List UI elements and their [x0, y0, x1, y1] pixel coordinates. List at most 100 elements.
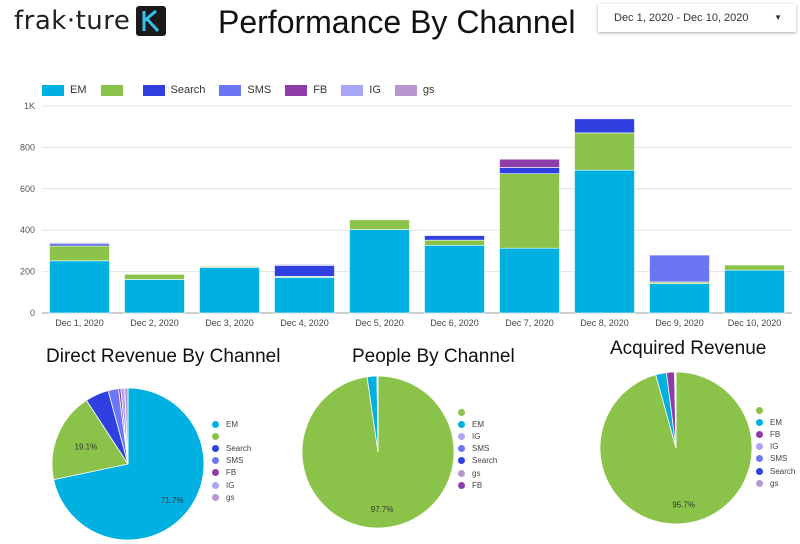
x-tick-label: Dec 5, 2020: [355, 318, 404, 328]
bar-segment: [425, 245, 485, 313]
x-tick-label: Dec 3, 2020: [205, 318, 254, 328]
pie-legend-label: EM: [472, 420, 484, 429]
pie-legend-label: Search: [770, 467, 795, 476]
pie-legend-item: FB: [212, 467, 251, 479]
bar-segment: [725, 270, 785, 313]
pie-legend-item: FB: [756, 428, 795, 440]
legend-dot: [458, 433, 465, 440]
pie-title-people: People By Channel: [352, 346, 515, 368]
pie-legend-people: EM IG SMS Search gs FB: [458, 406, 497, 491]
pie-legend-item: SMS: [458, 443, 497, 455]
pie-slice-label: 97.7%: [371, 505, 394, 514]
stacked-bar-chart: 02004006008001KDec 1, 2020Dec 2, 2020Dec…: [0, 0, 800, 340]
legend-dot: [756, 407, 763, 414]
pie-legend-label: EM: [226, 420, 238, 429]
legend-dot: [756, 443, 763, 450]
x-tick-label: Dec 1, 2020: [55, 318, 104, 328]
bar-segment: [575, 119, 635, 133]
bar-segment: [50, 261, 110, 313]
legend-dot: [756, 480, 763, 487]
legend-dot: [212, 469, 219, 476]
pie-legend-item: IG: [756, 441, 795, 453]
legend-dot: [212, 445, 219, 452]
pie-legend-item: EM: [212, 418, 251, 430]
bar-segment: [275, 265, 335, 276]
pie-legend-label: FB: [226, 468, 236, 477]
pie-legend-label: gs: [472, 469, 480, 478]
pie-legend-label: gs: [226, 493, 234, 502]
y-tick-label: 0: [30, 308, 35, 318]
pie-legend-item: gs: [756, 477, 795, 489]
pie-legend-label: SMS: [472, 444, 489, 453]
legend-dot: [458, 409, 465, 416]
legend-dot: [458, 482, 465, 489]
legend-dot: [458, 457, 465, 464]
pie-chart-people: 97.7%: [298, 372, 458, 532]
bar-segment: [425, 240, 485, 245]
bar-segment: [275, 277, 335, 313]
pie-legend-label: EM: [770, 418, 782, 427]
legend-dot: [212, 421, 219, 428]
pie-legend-label: FB: [472, 481, 482, 490]
legend-dot: [458, 445, 465, 452]
pie-legend-label: SMS: [770, 454, 787, 463]
x-tick-label: Dec 9, 2020: [655, 318, 704, 328]
pie-legend-label: SMS: [226, 456, 243, 465]
bar-segment: [125, 274, 185, 279]
pie-legend-item: Search: [458, 455, 497, 467]
pie-slice-label: 19.1%: [75, 443, 98, 452]
bar-segment: [500, 248, 560, 313]
pie-legend-label: Search: [472, 456, 497, 465]
bar-segment: [500, 159, 560, 167]
bar-segment: [575, 133, 635, 170]
y-tick-label: 200: [20, 267, 35, 277]
pie-legend-item: IG: [212, 479, 251, 491]
pie-legend-item: Search: [212, 442, 251, 454]
pie-slice-label: 71.7%: [161, 496, 184, 505]
x-tick-label: Dec 4, 2020: [280, 318, 329, 328]
pie-legend-item: [212, 430, 251, 442]
legend-dot: [212, 482, 219, 489]
pie-legend-item: Search: [756, 465, 795, 477]
bar-segment: [650, 255, 710, 282]
bar-segment: [350, 230, 410, 313]
pie-legend-item: [458, 406, 497, 418]
y-tick-label: 400: [20, 225, 35, 235]
pie-title-direct-revenue: Direct Revenue By Channel: [46, 346, 280, 368]
y-tick-label: 1K: [24, 101, 35, 111]
pie-legend-item: gs: [458, 467, 497, 479]
bar-segment: [275, 264, 335, 265]
x-tick-label: Dec 8, 2020: [580, 318, 629, 328]
pie-chart-direct-revenue: 71.7% 19.1%: [48, 384, 208, 544]
legend-dot: [458, 470, 465, 477]
bar-segment: [125, 279, 185, 313]
legend-dot: [756, 455, 763, 462]
legend-dot: [756, 468, 763, 475]
pie-legend-label: IG: [472, 432, 480, 441]
bar-segment: [725, 265, 785, 270]
pie-legend-label: Search: [226, 444, 251, 453]
pie-legend-label: IG: [770, 442, 778, 451]
bar-segment: [425, 236, 485, 241]
pie-legend-acquired-revenue: EMFB IG SMS Search gs: [756, 404, 795, 489]
bar-segment: [50, 246, 110, 261]
y-tick-label: 800: [20, 142, 35, 152]
bar-segment: [350, 220, 410, 230]
bar-segment: [50, 242, 110, 243]
pie-legend-item: FB: [458, 479, 497, 491]
pie-legend-item: IG: [458, 430, 497, 442]
legend-dot: [212, 494, 219, 501]
bar-segment: [500, 167, 560, 173]
pie-legend-label: IG: [226, 481, 234, 490]
legend-dot: [756, 431, 763, 438]
pie-legend-item: SMS: [212, 455, 251, 467]
bar-segment: [500, 174, 560, 249]
legend-dot: [458, 421, 465, 428]
bar-segment: [575, 170, 635, 313]
x-tick-label: Dec 6, 2020: [430, 318, 479, 328]
pie-legend-item: [756, 404, 795, 416]
bar-segment: [200, 267, 260, 313]
pie-slice-label: 95.7%: [672, 500, 695, 509]
x-tick-label: Dec 10, 2020: [728, 318, 782, 328]
pie-legend-label: gs: [770, 479, 778, 488]
